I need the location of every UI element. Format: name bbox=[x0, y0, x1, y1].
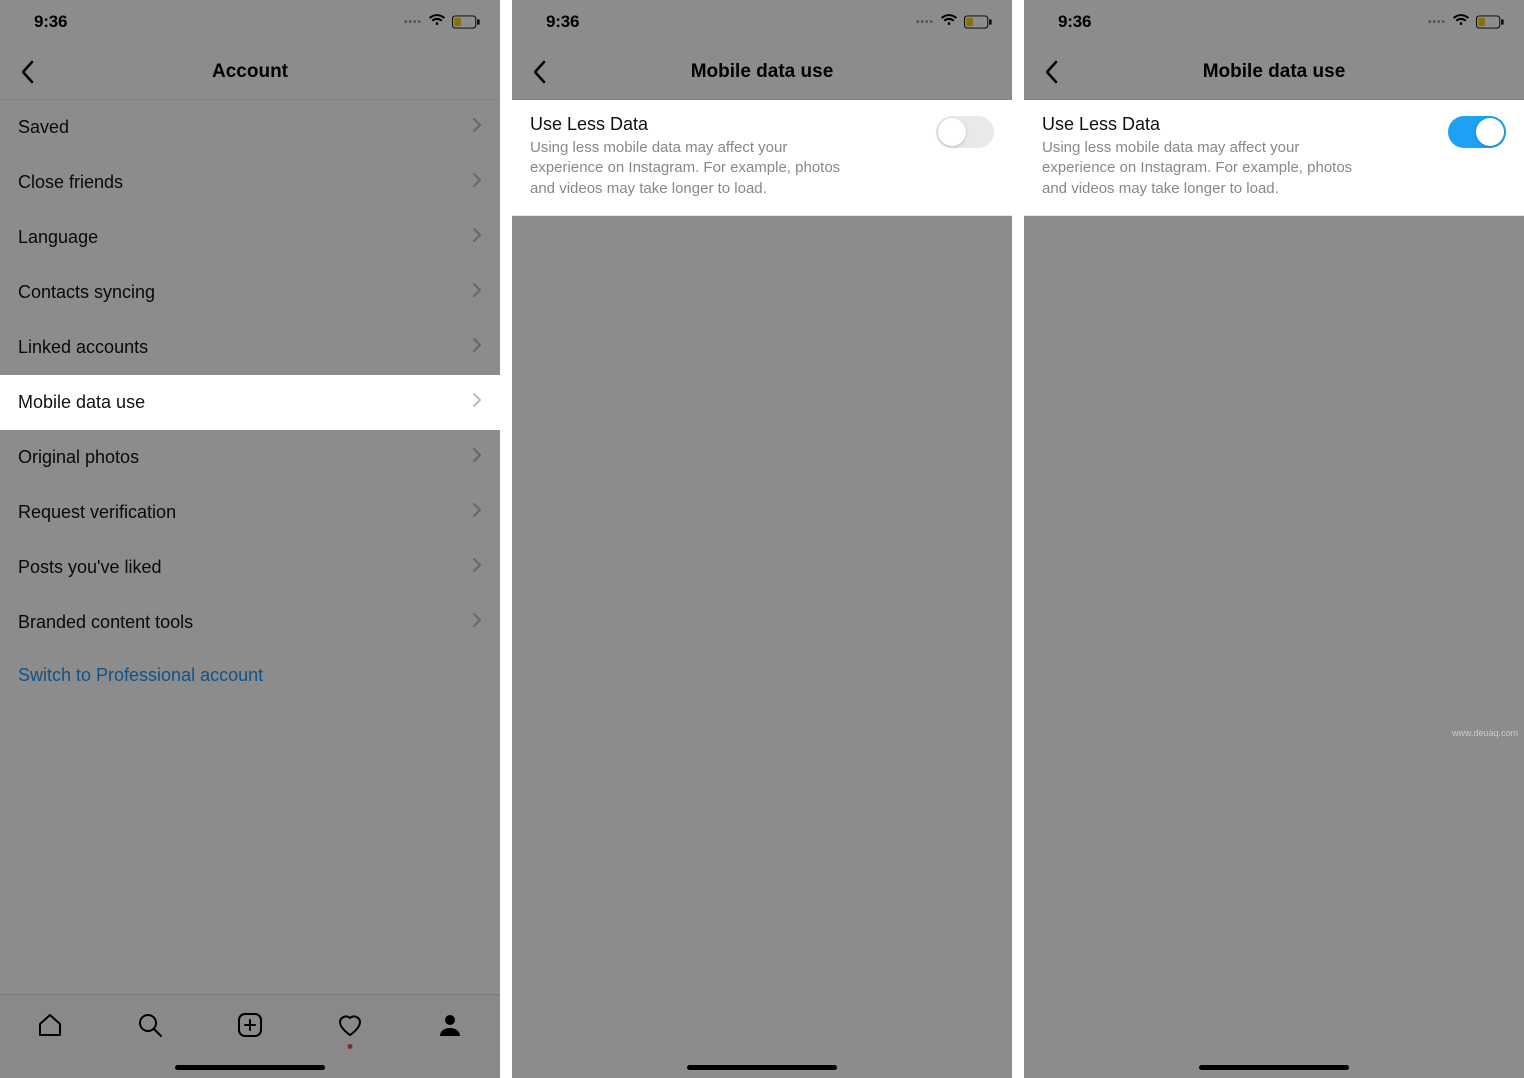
row-label: Posts you've liked bbox=[18, 557, 162, 578]
row-switch-professional[interactable]: Switch to Professional account bbox=[0, 650, 500, 700]
chevron-right-icon bbox=[472, 612, 482, 633]
setting-use-less-data: Use Less Data Using less mobile data may… bbox=[512, 100, 1012, 216]
cellular-dots-icon: •••• bbox=[1428, 17, 1446, 28]
row-branded-content-tools[interactable]: Branded content tools bbox=[0, 595, 500, 650]
status-bar: 9:36 •••• bbox=[512, 0, 1012, 44]
wifi-icon bbox=[1452, 12, 1470, 32]
tab-create[interactable] bbox=[230, 1005, 270, 1045]
row-label: Language bbox=[18, 227, 98, 248]
home-indicator bbox=[1199, 1065, 1349, 1070]
toggle-knob-icon bbox=[1476, 118, 1504, 146]
page-title: Mobile data use bbox=[691, 61, 834, 83]
tab-home[interactable] bbox=[30, 1005, 70, 1045]
row-label: Branded content tools bbox=[18, 612, 193, 633]
tab-search[interactable] bbox=[130, 1005, 170, 1045]
toggle-knob-icon bbox=[938, 118, 966, 146]
cellular-dots-icon: •••• bbox=[916, 17, 934, 28]
row-label: Request verification bbox=[18, 502, 176, 523]
row-saved[interactable]: Saved bbox=[0, 100, 500, 155]
chevron-right-icon bbox=[472, 557, 482, 578]
wifi-icon bbox=[940, 12, 958, 32]
chevron-right-icon bbox=[472, 502, 482, 523]
status-bar: 9:36 •••• bbox=[1024, 0, 1524, 44]
battery-icon bbox=[1476, 15, 1504, 29]
status-time: 9:36 bbox=[1058, 12, 1091, 32]
chevron-right-icon bbox=[472, 447, 482, 468]
watermark: www.deuaq.com bbox=[1452, 728, 1518, 738]
row-label: Close friends bbox=[18, 172, 123, 193]
back-button[interactable] bbox=[1034, 55, 1068, 89]
row-posts-liked[interactable]: Posts you've liked bbox=[0, 540, 500, 595]
tab-profile[interactable] bbox=[430, 1005, 470, 1045]
use-less-data-toggle[interactable] bbox=[936, 116, 994, 148]
row-label: Mobile data use bbox=[18, 392, 145, 413]
row-link-label: Switch to Professional account bbox=[18, 665, 263, 686]
status-bar: 9:36 •••• bbox=[0, 0, 500, 44]
nav-header: Account bbox=[0, 44, 500, 100]
setting-description: Using less mobile data may affect your e… bbox=[530, 138, 850, 199]
battery-icon bbox=[452, 15, 480, 29]
setting-description: Using less mobile data may affect your e… bbox=[1042, 138, 1362, 199]
activity-dot-icon bbox=[348, 1044, 353, 1049]
account-list: Saved Close friends Language Contacts sy… bbox=[0, 100, 500, 994]
setting-title: Use Less Data bbox=[1042, 114, 1432, 135]
status-time: 9:36 bbox=[34, 12, 67, 32]
back-button[interactable] bbox=[10, 55, 44, 89]
home-indicator bbox=[175, 1065, 325, 1070]
nav-header: Mobile data use bbox=[1024, 44, 1524, 100]
tab-bar bbox=[0, 994, 500, 1078]
row-label: Original photos bbox=[18, 447, 139, 468]
content-area bbox=[1024, 216, 1524, 1078]
wifi-icon bbox=[428, 12, 446, 32]
use-less-data-toggle[interactable] bbox=[1448, 116, 1506, 148]
nav-header: Mobile data use bbox=[512, 44, 1012, 100]
row-language[interactable]: Language bbox=[0, 210, 500, 265]
row-close-friends[interactable]: Close friends bbox=[0, 155, 500, 210]
tab-activity[interactable] bbox=[330, 1005, 370, 1045]
chevron-right-icon bbox=[472, 282, 482, 303]
status-icons: •••• bbox=[404, 12, 480, 32]
chevron-right-icon bbox=[472, 227, 482, 248]
status-icons: •••• bbox=[916, 12, 992, 32]
cellular-dots-icon: •••• bbox=[404, 17, 422, 28]
row-label: Saved bbox=[18, 117, 69, 138]
status-time: 9:36 bbox=[546, 12, 579, 32]
page-title: Account bbox=[212, 61, 288, 83]
row-label: Linked accounts bbox=[18, 337, 148, 358]
setting-use-less-data: Use Less Data Using less mobile data may… bbox=[1024, 100, 1524, 216]
page-title: Mobile data use bbox=[1203, 61, 1346, 83]
row-label: Contacts syncing bbox=[18, 282, 155, 303]
content-area bbox=[512, 216, 1012, 1078]
screen-mobile-data-off: 9:36 •••• Mobile data use Use Less Data … bbox=[512, 0, 1012, 1078]
row-request-verification[interactable]: Request verification bbox=[0, 485, 500, 540]
row-original-photos[interactable]: Original photos bbox=[0, 430, 500, 485]
chevron-right-icon bbox=[472, 117, 482, 138]
chevron-right-icon bbox=[472, 172, 482, 193]
screen-mobile-data-on: 9:36 •••• Mobile data use Use Less Data … bbox=[1024, 0, 1524, 1078]
battery-icon bbox=[964, 15, 992, 29]
status-icons: •••• bbox=[1428, 12, 1504, 32]
chevron-right-icon bbox=[472, 392, 482, 413]
row-contacts-syncing[interactable]: Contacts syncing bbox=[0, 265, 500, 320]
back-button[interactable] bbox=[522, 55, 556, 89]
row-mobile-data-use[interactable]: Mobile data use bbox=[0, 375, 500, 430]
home-indicator bbox=[687, 1065, 837, 1070]
screen-account: 9:36 •••• Account Saved bbox=[0, 0, 500, 1078]
setting-title: Use Less Data bbox=[530, 114, 920, 135]
row-linked-accounts[interactable]: Linked accounts bbox=[0, 320, 500, 375]
chevron-right-icon bbox=[472, 337, 482, 358]
